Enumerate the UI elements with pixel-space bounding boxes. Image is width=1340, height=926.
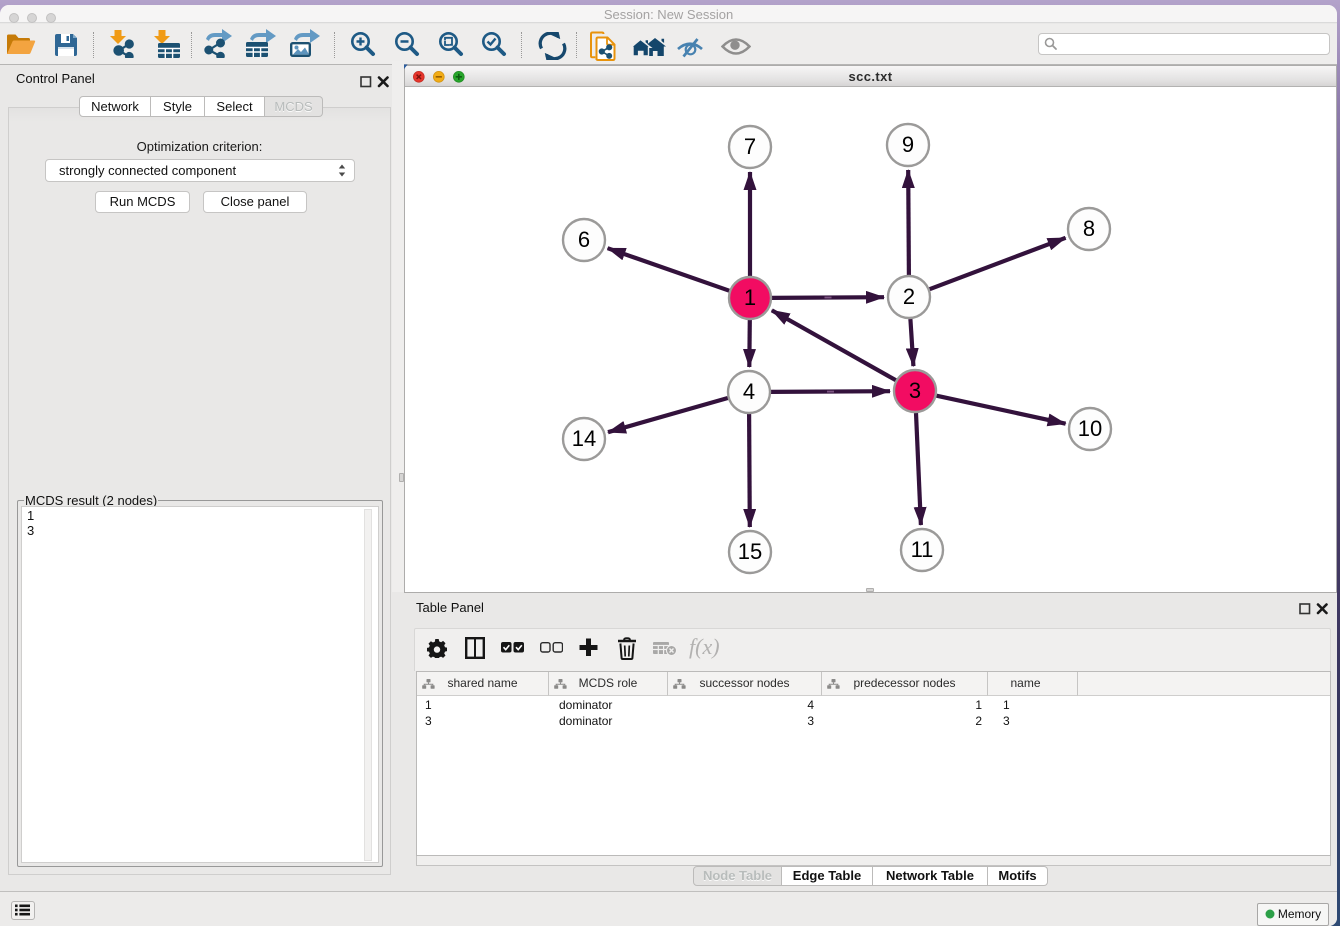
svg-text:4: 4 bbox=[743, 379, 755, 404]
svg-text:7: 7 bbox=[744, 134, 756, 159]
svg-text:10: 10 bbox=[1078, 416, 1102, 441]
svg-text:6: 6 bbox=[578, 227, 590, 252]
svg-text:14: 14 bbox=[572, 426, 596, 451]
svg-text:9: 9 bbox=[902, 132, 914, 157]
svg-text:8: 8 bbox=[1083, 216, 1095, 241]
svg-text:11: 11 bbox=[911, 537, 934, 562]
svg-text:1: 1 bbox=[744, 285, 756, 310]
svg-text:15: 15 bbox=[738, 539, 762, 564]
svg-text:3: 3 bbox=[909, 378, 921, 403]
svg-text:2: 2 bbox=[903, 284, 915, 309]
